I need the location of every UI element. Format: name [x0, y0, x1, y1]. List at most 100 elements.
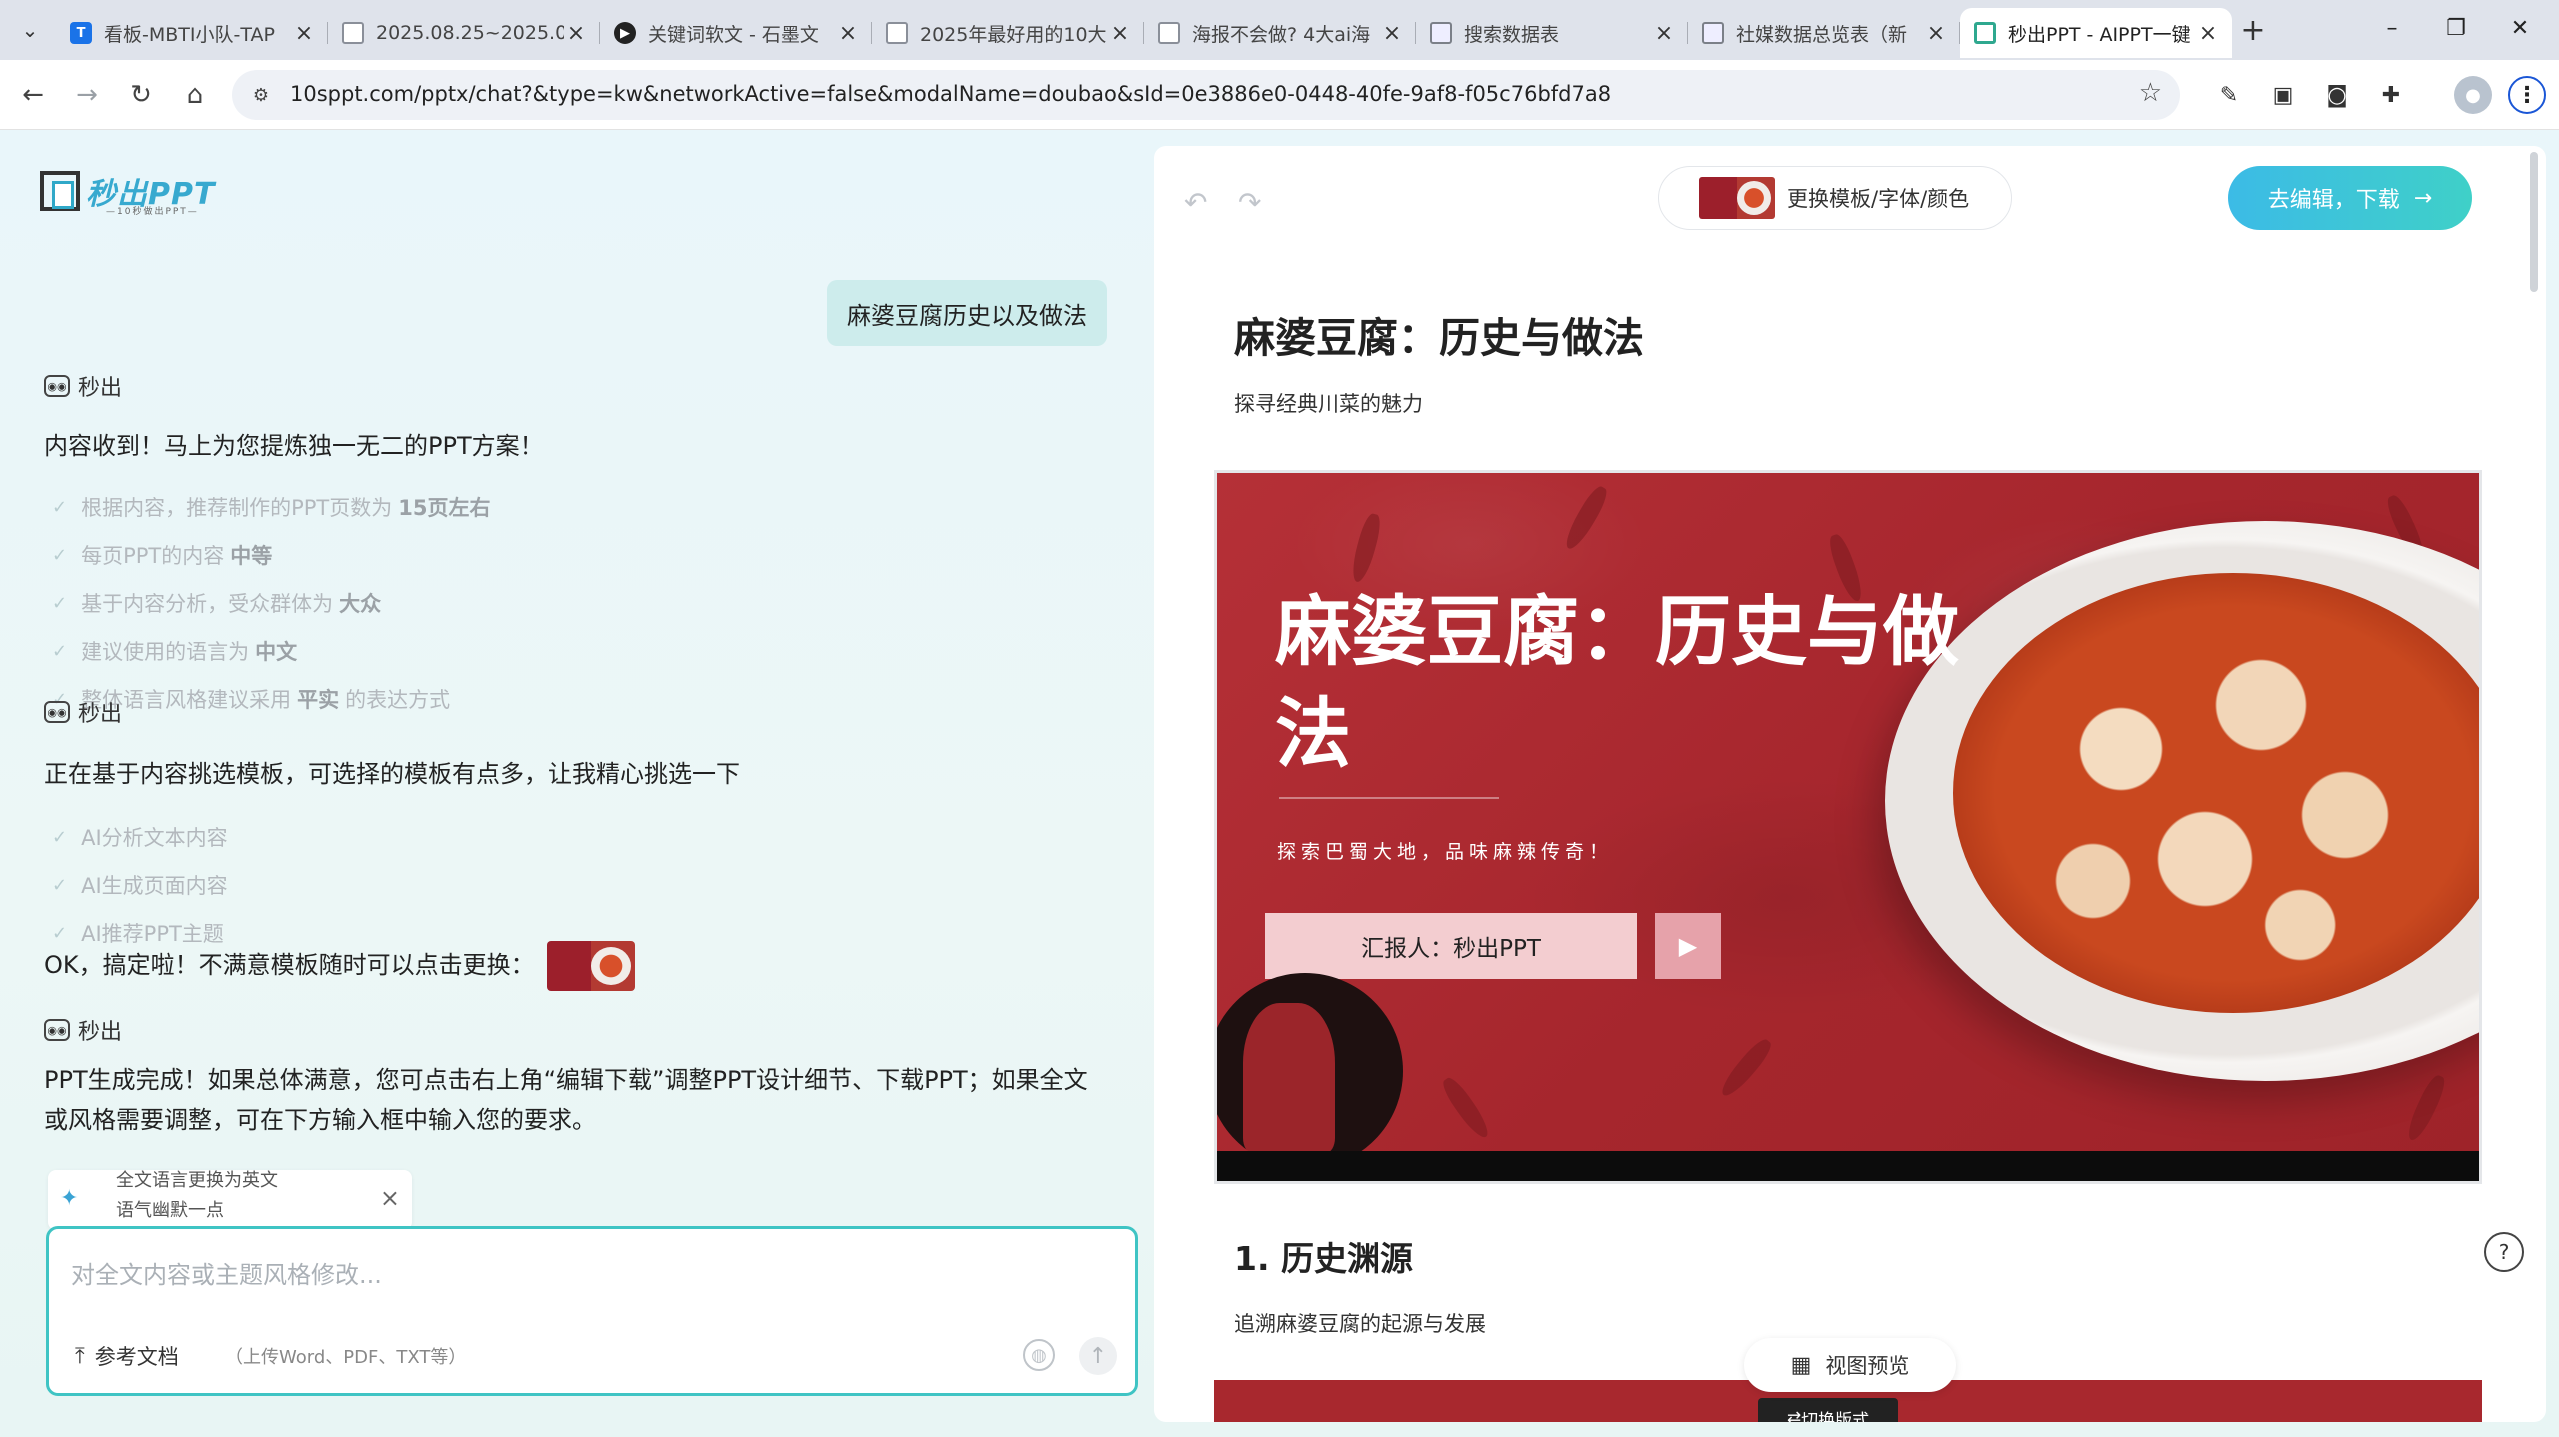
close-tab-icon[interactable]: × [1380, 21, 1404, 46]
user-message-bubble: 麻婆豆腐历史以及做法 [827, 280, 1107, 346]
dark-favicon-icon: ▶ [614, 22, 636, 44]
doc-favicon-icon [886, 22, 908, 44]
suggestion-chip[interactable]: ✦ 全文语言更换为英文 语气幽默一点 × [48, 1170, 412, 1230]
close-tab-icon[interactable]: × [564, 21, 588, 46]
robot-icon: ◉◉ [44, 701, 70, 723]
template-thumbnail[interactable] [546, 941, 635, 991]
tab-title: 海报不会做? 4大ai海 [1192, 23, 1371, 46]
omnibox[interactable]: ⚙ 10sppt.com/pptx/chat?&type=kw&networkA… [232, 70, 2180, 120]
browser-tab[interactable]: 2025年最好用的10大 × [872, 8, 1144, 58]
extension-app-icon[interactable]: ▣ [2264, 76, 2302, 114]
tab-search-chevron-icon[interactable]: ⌄ [14, 14, 46, 46]
slide-tagline: 探索巴蜀大地，品味麻辣传奇！ [1277, 841, 1614, 863]
preview-scrollbar[interactable] [2530, 152, 2538, 292]
upload-hint: （上传Word、PDF、TXT等） [225, 1347, 467, 1368]
close-tab-icon[interactable]: × [1924, 21, 1948, 46]
cover-slide[interactable]: 麻婆豆腐：历史与做法 探索巴蜀大地，品味麻辣传奇！ 汇报人：秒出PPT ▶ [1214, 470, 2482, 1184]
close-window-icon[interactable]: ✕ [2490, 6, 2550, 50]
bot-label: ◉◉ 秒出 [44, 370, 122, 402]
tab-title: 2025.08.25~2025.0 [376, 22, 564, 44]
close-tab-icon[interactable]: × [1652, 21, 1676, 46]
browser-tab[interactable]: 海报不会做? 4大ai海 × [1144, 8, 1416, 58]
outline-title: 麻婆豆腐：历史与做法 [1234, 314, 1644, 362]
bookmark-star-icon[interactable]: ☆ [2139, 78, 2162, 108]
check-icon: ✓ [52, 826, 68, 848]
section-title: 1. 历史渊源 [1234, 1239, 1413, 1278]
chat-input[interactable]: 对全文内容或主题风格修改... [71, 1255, 382, 1290]
suggestion-text[interactable]: 全文语言更换为英文 [116, 1170, 278, 1196]
web-search-toggle-icon[interactable]: ◍ [1023, 1339, 1055, 1371]
chat-input-box[interactable]: 对全文内容或主题风格修改... ⤒ 参考文档 （上传Word、PDF、TXT等） … [46, 1226, 1138, 1396]
checklist-item: ✓ 基于内容分析，受众群体为 大众 [52, 592, 382, 616]
edit-download-button[interactable]: 去编辑，下载 → [2228, 166, 2472, 230]
check-icon: ✓ [52, 640, 68, 662]
tab-strip: T 看板-MBTI小队-TAP × 2025.08.25~2025.0 × ▶ 关键词软文 … [56, 8, 2232, 60]
app-root: 秒出PPT —10秒做出PPT— 麻婆豆腐历史以及做法 ◉◉ 秒出 内容收到！马上… [0, 130, 2559, 1437]
browser-tab-bar: ⌄ T 看板-MBTI小队-TAP × 2025.08.25~2025.0 × ▶ 关键词软… [0, 0, 2559, 60]
tab-title: 秒出PPT - AIPPT一键 [2008, 23, 2191, 46]
slide-reporter: 汇报人：秒出PPT [1265, 913, 1637, 979]
switch-layout-button[interactable]: ⇄ 切换版式 [1758, 1398, 1898, 1422]
template-thumbnail [1699, 177, 1775, 219]
check-icon: ✓ [52, 874, 68, 896]
browser-tab[interactable]: 搜索数据表 × [1416, 8, 1688, 58]
browser-tab[interactable]: T 看板-MBTI小队-TAP × [56, 8, 328, 58]
redo-icon[interactable]: ↷ [1238, 186, 1261, 219]
checklist-item: ✓ AI分析文本内容 [52, 826, 228, 850]
url-text[interactable]: 10sppt.com/pptx/chat?&type=kw&networkAct… [290, 82, 1611, 106]
robot-icon: ◉◉ [44, 1019, 70, 1041]
change-template-button[interactable]: 更换模板/字体/颜色 [1658, 166, 2012, 230]
chef-silhouette-icon [1243, 1003, 1335, 1153]
minimize-icon[interactable]: – [2362, 6, 2422, 50]
robot-icon: ◉◉ [44, 375, 70, 397]
close-suggestion-icon[interactable]: × [380, 1184, 400, 1212]
home-icon[interactable]: ⌂ [176, 76, 214, 114]
doc-favicon-icon [1158, 22, 1180, 44]
upload-reference-button[interactable]: ⤒ 参考文档 [75, 1341, 179, 1371]
reload-icon[interactable]: ↻ [122, 76, 160, 114]
checklist-item: ✓ 建议使用的语言为 中文 [52, 640, 298, 664]
undo-icon[interactable]: ↶ [1184, 186, 1207, 219]
checklist-item: ✓ 根据内容，推荐制作的PPT页数为 15页左右 [52, 496, 491, 520]
outline-subtitle: 探寻经典川菜的魅力 [1234, 392, 1423, 416]
profile-avatar[interactable]: ● [2454, 76, 2492, 114]
app-logo[interactable]: 秒出PPT —10秒做出PPT— [40, 168, 215, 217]
logo-subtitle: —10秒做出PPT— [106, 207, 199, 217]
browser-tab[interactable]: ▶ 关键词软文 - 石墨文 × [600, 8, 872, 58]
slide-bottom-bar [1217, 1151, 2479, 1181]
suggestion-text[interactable]: 语气幽默一点 [116, 1196, 278, 1226]
sparkle-icon: ✦ [60, 1186, 79, 1211]
forward-icon[interactable]: → [68, 76, 106, 114]
site-settings-icon[interactable]: ⚙ [246, 80, 276, 110]
send-button[interactable]: ↑ [1079, 1337, 1117, 1375]
bot-message: 正在基于内容挑选模板，可选择的模板有点多，让我精心挑选一下 [44, 760, 740, 788]
bot-label: ◉◉ 秒出 [44, 696, 122, 728]
back-icon[interactable]: ← [14, 76, 52, 114]
grid-icon: ▦ [1790, 1352, 1812, 1378]
bot-label: ◉◉ 秒出 [44, 1014, 122, 1046]
mapo-tofu-food [1953, 573, 2479, 1013]
close-tab-icon[interactable]: × [292, 21, 316, 46]
tab-title: 看板-MBTI小队-TAP [104, 23, 275, 46]
browser-tab[interactable]: 秒出PPT - AIPPT一键 × [1960, 8, 2232, 58]
sheet-favicon-icon [1430, 22, 1452, 44]
close-tab-icon[interactable]: × [2196, 21, 2220, 46]
browser-tab[interactable]: 社媒数据总览表（新 × [1688, 8, 1960, 58]
extension-camera-icon[interactable]: ◙ [2318, 76, 2356, 114]
checklist-item: ✓ 每页PPT的内容 中等 [52, 544, 273, 568]
new-tab-button[interactable]: + [2235, 12, 2271, 48]
browser-tab[interactable]: 2025.08.25~2025.0 × [328, 8, 600, 58]
browser-menu-icon[interactable]: ⋮ [2508, 76, 2546, 114]
view-preview-button[interactable]: ▦ 视图预览 [1744, 1338, 1956, 1392]
extension-pen-icon[interactable]: ✎ [2210, 76, 2248, 114]
help-icon[interactable]: ? [2484, 1232, 2524, 1272]
doc-favicon-icon [342, 22, 364, 44]
close-tab-icon[interactable]: × [836, 21, 860, 46]
blue-favicon-icon: T [70, 22, 92, 44]
check-icon: ✓ [52, 496, 68, 518]
close-tab-icon[interactable]: × [1108, 21, 1132, 46]
tab-title: 关键词软文 - 石墨文 [648, 23, 819, 46]
restore-icon[interactable]: ❐ [2426, 6, 2486, 50]
play-icon: ▶ [1655, 913, 1721, 979]
extensions-puzzle-icon[interactable]: ✚ [2372, 76, 2410, 114]
